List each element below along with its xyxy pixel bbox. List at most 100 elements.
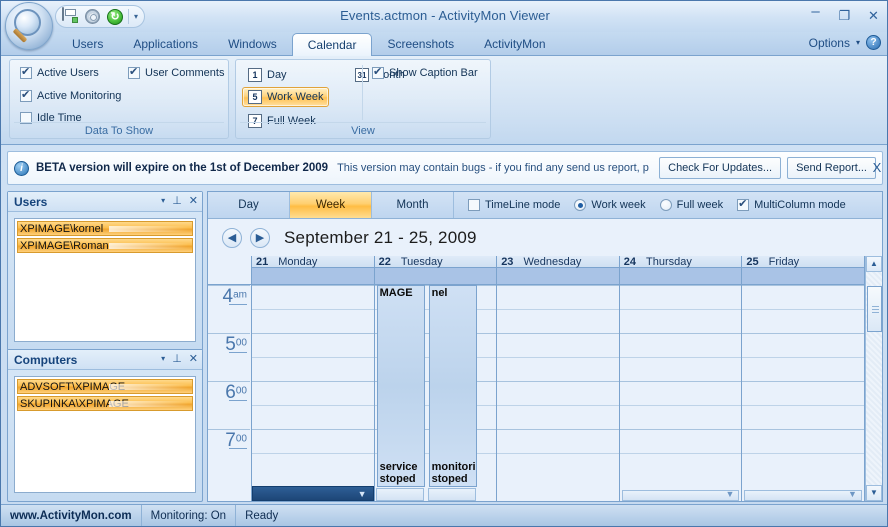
checkbox-show-caption-bar[interactable]: Show Caption Bar — [372, 65, 478, 79]
allday-gutter-cell — [208, 256, 252, 285]
event-block-service-stoped[interactable]: MAGE service stoped — [376, 285, 425, 487]
calendar-vertical-scrollbar[interactable]: ▲ ▼ — [865, 256, 882, 501]
day-number: 23 — [501, 256, 514, 268]
panel-users-header: Users ▾ ⊥ ✕ — [8, 192, 202, 212]
checkbox-label: User Comments — [145, 67, 225, 79]
chevron-down-icon: ▾ — [855, 38, 860, 47]
day-column-tuesday[interactable]: MAGE service stoped nel monitoring stope… — [374, 285, 498, 501]
calendar-panel: Day Week Month TimeLine mode Work week F… — [207, 191, 883, 502]
panel-users-title: Users — [14, 195, 48, 209]
day-header-friday[interactable]: 25 Friday — [742, 256, 865, 268]
tab-users[interactable]: Users — [57, 32, 118, 56]
scroll-thumb[interactable] — [867, 286, 882, 332]
radio-box — [659, 199, 672, 211]
tab-activitymon[interactable]: ActivityMon — [469, 32, 560, 56]
close-icon[interactable]: ✕ — [189, 195, 198, 207]
checkbox-multicolumn-mode[interactable]: MultiColumn mode — [737, 197, 846, 211]
hscrollbar-friday[interactable]: ▼ — [744, 489, 862, 501]
day-column-friday[interactable]: ▼ — [742, 285, 865, 501]
checkbox-box — [372, 65, 384, 79]
checkbox-user-comments[interactable]: User Comments — [128, 65, 225, 79]
time-label-6: 600 — [208, 381, 250, 429]
tab-calendar[interactable]: Calendar — [291, 33, 373, 56]
status-website-link[interactable]: www.ActivityMon.com — [1, 504, 142, 526]
options-label: Options — [808, 35, 850, 50]
calendar-view-week[interactable]: Week — [290, 192, 372, 218]
day-header-wednesday[interactable]: 23 Wednesday — [497, 256, 620, 268]
day-column-wednesday[interactable] — [497, 285, 620, 501]
day-header-tuesday[interactable]: 22 Tuesday — [374, 256, 498, 268]
allday-cell-monday[interactable] — [252, 268, 375, 285]
hscrollbar-tuesday-a[interactable] — [375, 488, 424, 501]
day-name: Thursday — [646, 256, 692, 268]
panel-computers-buttons: ▾ ⊥ ✕ — [161, 353, 198, 365]
list-item[interactable]: SKUPINKA\XPIMAGE — [17, 396, 193, 411]
panel-computers-list[interactable]: ADVSOFT\XPIMAGE SKUPINKA\XPIMAGE — [14, 376, 196, 493]
tab-applications[interactable]: Applications — [118, 32, 213, 56]
allday-cell-wednesday[interactable] — [497, 268, 620, 285]
chevron-down-icon[interactable]: ▾ — [161, 195, 165, 207]
check-for-updates-button[interactable]: Check For Updates... — [659, 157, 782, 179]
day-header-thursday[interactable]: 24 Thursday — [619, 256, 743, 268]
radio-work-week[interactable]: Work week — [574, 199, 646, 211]
ribbon-group-data-to-show: Active Users User Comments Active Monito… — [9, 59, 229, 139]
day-number: 24 — [623, 256, 637, 268]
day-number: 22 — [378, 256, 391, 268]
tab-windows[interactable]: Windows — [213, 32, 292, 56]
all-day-row — [252, 268, 865, 285]
checkbox-active-monitoring[interactable]: Active Monitoring — [20, 88, 121, 102]
radio-full-week[interactable]: Full week — [659, 199, 724, 211]
view-button-work-week[interactable]: 5 Work Week — [242, 87, 330, 107]
allday-cell-thursday[interactable] — [619, 268, 743, 285]
panel-computers-header: Computers ▾ ⊥ ✕ — [8, 350, 202, 370]
scroll-up-button[interactable]: ▲ — [866, 256, 882, 272]
chevron-down-icon[interactable]: ▾ — [161, 353, 165, 365]
allday-cell-tuesday[interactable] — [374, 268, 498, 285]
calendar-view-day[interactable]: Day — [208, 192, 290, 218]
previous-period-button[interactable]: ◀ — [222, 227, 242, 248]
panel-users-list[interactable]: XPIMAGE\kornel XPIMAGE\Roman — [14, 218, 196, 342]
checkbox-timeline-mode[interactable]: TimeLine mode — [468, 199, 560, 211]
hscrollbar-monday[interactable]: ▼ — [252, 486, 374, 501]
calendar-date-range: September 21 - 25, 2009 — [284, 227, 477, 247]
checkbox-label: Active Users — [37, 67, 99, 79]
list-item[interactable]: ADVSOFT\XPIMAGE — [17, 379, 193, 394]
maximize-button[interactable]: ❐ — [835, 8, 854, 23]
view-group-divider — [362, 65, 363, 120]
beta-close-icon[interactable]: X — [869, 151, 885, 185]
hscrollbar-thursday[interactable]: ▼ — [621, 489, 740, 501]
checkbox-label: TimeLine mode — [485, 199, 561, 211]
pin-icon[interactable]: ⊥ — [172, 353, 182, 365]
next-period-button[interactable]: ▶ — [250, 227, 270, 248]
minimize-button[interactable]: – — [806, 4, 825, 23]
group-divider — [240, 122, 486, 123]
close-icon[interactable]: ✕ — [189, 353, 198, 365]
day-header-monday[interactable]: 21 Monday — [252, 256, 375, 268]
tab-list: Users Applications Windows Calendar Scre… — [57, 32, 561, 56]
options-menu[interactable]: Options ▾ ? — [809, 35, 881, 50]
calendar-view-month[interactable]: Month — [372, 192, 454, 218]
app-window: ↻ ▾ Events.actmon - ActivityMon Viewer –… — [0, 0, 888, 527]
time-label-7: 700 — [208, 429, 250, 477]
pin-icon[interactable]: ⊥ — [172, 195, 182, 207]
tab-screenshots[interactable]: Screenshots — [372, 32, 469, 56]
scroll-down-icon: ▼ — [725, 489, 735, 499]
title-bar: ↻ ▾ Events.actmon - ActivityMon Viewer –… — [1, 1, 887, 50]
radio-label: Full week — [676, 199, 724, 211]
day-column-thursday[interactable]: ▼ — [619, 285, 743, 501]
day-column-monday[interactable]: ▼ — [252, 285, 375, 501]
help-icon[interactable]: ? — [866, 35, 881, 50]
event-block-monitoring-stoped[interactable]: nel monitoring stoped — [428, 285, 477, 487]
status-bar: www.ActivityMon.com Monitoring: On Ready — [1, 504, 887, 526]
checkbox-active-users[interactable]: Active Users — [20, 65, 99, 79]
list-item[interactable]: XPIMAGE\kornel — [17, 221, 193, 236]
view-button-day[interactable]: 1 Day — [242, 65, 293, 85]
hscrollbar-tuesday-b[interactable] — [427, 488, 476, 501]
time-label-5: 500 — [208, 333, 250, 381]
send-report-button[interactable]: Send Report... — [787, 157, 876, 179]
scroll-down-button[interactable]: ▼ — [866, 485, 882, 501]
list-item[interactable]: XPIMAGE\Roman — [17, 238, 193, 253]
close-button[interactable]: ✕ — [864, 8, 883, 23]
allday-cell-friday[interactable] — [742, 268, 865, 285]
window-buttons: – ❐ ✕ — [806, 4, 883, 23]
